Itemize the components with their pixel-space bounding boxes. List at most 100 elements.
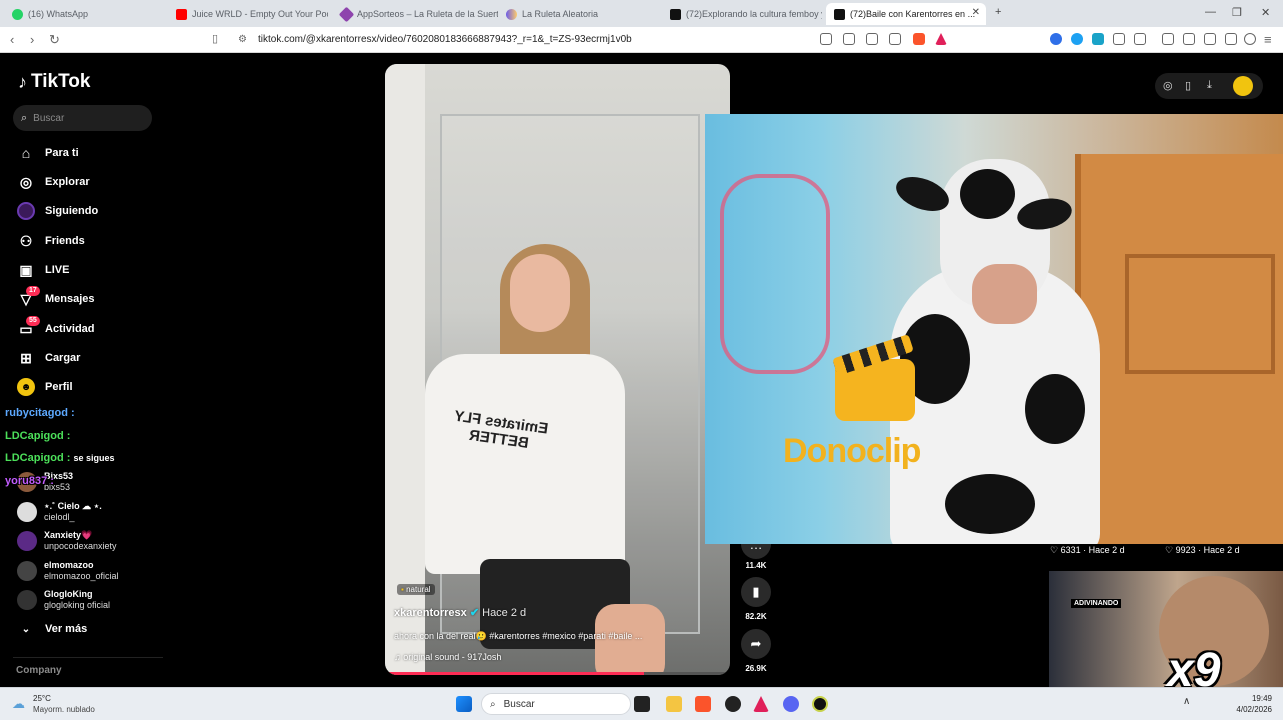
- device-icon[interactable]: ▯: [1185, 79, 1191, 92]
- messages-icon: ▽ 17: [17, 286, 40, 308]
- following-item[interactable]: ⋆.˚ Cielo ☁ ⋆. cielodl_: [17, 501, 102, 523]
- profile-icon: ☻: [17, 378, 35, 396]
- tab-tiktok-active[interactable]: (72)Baile con Karentorres en ... ✕: [826, 3, 986, 25]
- nav-mensajes[interactable]: ▽ 17 Mensajes: [17, 286, 95, 310]
- nav-siguiendo[interactable]: Siguiendo: [17, 200, 98, 222]
- related-stat: ♡ 9923 · Hace 2 d: [1165, 545, 1240, 555]
- nav-cargar[interactable]: ⊞ Cargar: [17, 347, 80, 369]
- extensions-icon[interactable]: [1113, 33, 1125, 45]
- following-item[interactable]: GlogloKing glogloking oficial: [17, 589, 110, 611]
- related-video-thumbnail[interactable]: ADIVINANDO: [1049, 571, 1283, 687]
- bookmark-button[interactable]: ▮: [741, 577, 771, 607]
- share-page-icon[interactable]: [889, 33, 901, 45]
- tab-appsorteos[interactable]: AppSorteos – La Ruleta de la Suerte: [333, 3, 498, 25]
- nav-explorar[interactable]: ◎ Explorar: [17, 171, 90, 193]
- translate-icon[interactable]: [843, 33, 855, 45]
- share-icon: ➦: [750, 636, 762, 651]
- menu-icon[interactable]: ≡: [1264, 32, 1272, 47]
- brave-rewards-icon[interactable]: [935, 33, 947, 45]
- discord-icon[interactable]: [783, 696, 799, 712]
- nav-actividad[interactable]: ▭ 55 Actividad: [17, 316, 95, 340]
- tab-tiktok-femboy[interactable]: (72)Explorando la cultura femboy y ...: [662, 3, 822, 25]
- cabinet-door: [1125, 254, 1275, 374]
- obs-icon[interactable]: [812, 696, 828, 712]
- cast-icon[interactable]: [866, 33, 878, 45]
- bookmark-page-icon[interactable]: ▯: [212, 32, 218, 45]
- tab-ruleta[interactable]: La Ruleta Aleatoria: [498, 3, 658, 25]
- company-link[interactable]: Company: [16, 665, 62, 676]
- clock-time[interactable]: 19:49: [1238, 694, 1272, 703]
- no-wifi-icon[interactable]: [820, 33, 832, 45]
- share-button[interactable]: ➦: [741, 629, 771, 659]
- nav-live[interactable]: ▣ LIVE: [17, 259, 69, 281]
- extension-translate-icon[interactable]: [1092, 33, 1104, 45]
- video-person-face: [510, 254, 570, 332]
- tiktok-logo[interactable]: ♪ TikTok: [18, 71, 90, 93]
- following-item[interactable]: elmomazoo elmomazoo_oficial: [17, 560, 119, 582]
- extension-blue-icon[interactable]: [1071, 33, 1083, 45]
- profile-avatar-icon[interactable]: [1233, 76, 1253, 96]
- autoscroll-icon[interactable]: ◎: [1163, 79, 1173, 92]
- see-more-button[interactable]: ⌄ Ver más: [17, 618, 87, 640]
- chevron-up-icon[interactable]: ∧: [1183, 696, 1190, 707]
- site-info-icon[interactable]: ⚙: [238, 34, 247, 45]
- windows-start-icon[interactable]: [456, 696, 472, 712]
- nav-para-ti[interactable]: ⌂ Para ti: [17, 142, 79, 164]
- vpn-icon[interactable]: [1244, 33, 1256, 45]
- app-icon[interactable]: [725, 696, 741, 712]
- following-icon: [17, 202, 35, 220]
- url-field[interactable]: tiktok.com/@xkarentorresx/video/76020801…: [258, 34, 632, 45]
- nav-friends[interactable]: ⚇ Friends: [17, 230, 85, 252]
- brave-beta-icon[interactable]: [753, 696, 769, 712]
- share-count: 26.9K: [745, 664, 767, 673]
- close-tab-icon[interactable]: ✕: [972, 7, 980, 18]
- maximize-icon[interactable]: ❐: [1232, 6, 1242, 19]
- compass-icon: ◎: [19, 173, 33, 190]
- back-icon[interactable]: ‹: [10, 32, 14, 47]
- leo-icon[interactable]: [1225, 33, 1237, 45]
- activity-badge: 55: [26, 316, 40, 326]
- tab-whatsapp[interactable]: (16) WhatsApp: [4, 3, 164, 25]
- video-player[interactable]: Emirates FLY BETTER ▪ natural xkarentorr…: [385, 64, 730, 675]
- search-icon: ⌕: [490, 698, 496, 710]
- weather-desc[interactable]: Mayorm. nublado: [33, 705, 95, 714]
- extension-box-icon[interactable]: [1134, 33, 1146, 45]
- weather-icon[interactable]: ☁: [12, 696, 25, 712]
- forward-icon[interactable]: ›: [30, 32, 34, 47]
- taskbar-search[interactable]: ⌕ Buscar: [481, 693, 631, 715]
- reload-icon[interactable]: ↻: [49, 32, 60, 48]
- friends-icon: ⚇: [19, 232, 33, 249]
- task-view-icon[interactable]: [634, 696, 650, 712]
- minimize-icon[interactable]: —: [1205, 6, 1216, 18]
- upload-icon: ⊞: [20, 349, 32, 366]
- close-window-icon[interactable]: ✕: [1261, 6, 1270, 19]
- wallet-icon[interactable]: [1204, 33, 1216, 45]
- video-sound[interactable]: ♫ original sound - 917Josh: [394, 652, 501, 662]
- brave-icon[interactable]: [695, 696, 711, 712]
- chat-line: rubycitagod :: [5, 407, 75, 419]
- video-tag[interactable]: ▪ natural: [397, 584, 435, 595]
- following-item[interactable]: Xanxiety💗 unpocodexanxiety: [17, 530, 117, 552]
- sidebar-icon[interactable]: [1183, 33, 1195, 45]
- tiktok-icon: [834, 8, 845, 20]
- extension-wave-icon[interactable]: [1050, 33, 1062, 45]
- video-progress-fill: [385, 672, 644, 675]
- weather-temp[interactable]: 25°C: [33, 694, 51, 703]
- new-tab-button[interactable]: +: [995, 6, 1001, 18]
- search-input[interactable]: ⌕ Buscar: [13, 105, 152, 131]
- related-stat: ♡ 6331 · Hace 2 d: [1050, 545, 1125, 555]
- nav-perfil[interactable]: ☻ Perfil: [17, 376, 73, 398]
- download-icon[interactable]: ⤓: [1207, 79, 1212, 92]
- video-progress-track[interactable]: [385, 672, 730, 675]
- file-explorer-icon[interactable]: [666, 696, 682, 712]
- browser-tab-bar: (16) WhatsApp Juice WRLD - Empty Out You…: [0, 0, 1283, 27]
- activity-icon: ▭ 55: [17, 316, 40, 338]
- video-caption: ahora con la del real🥲 #karentorres #mex…: [394, 631, 643, 641]
- divider: [13, 657, 163, 658]
- clock-date[interactable]: 4/02/2026: [1222, 705, 1272, 714]
- tab-youtube[interactable]: Juice WRLD - Empty Out Your Pockets: [168, 3, 328, 25]
- brave-shield-icon[interactable]: [913, 33, 925, 45]
- verified-icon: ✔: [469, 607, 480, 619]
- media-icon[interactable]: [1162, 33, 1174, 45]
- video-author[interactable]: xkarentorresx ✔ Hace 2 d: [394, 606, 526, 619]
